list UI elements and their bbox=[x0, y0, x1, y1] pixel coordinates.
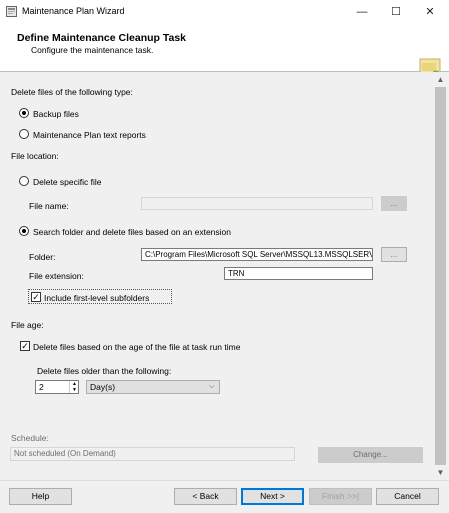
wizard-footer: Help < Back Next > Finish >>| Cancel bbox=[0, 480, 449, 513]
page-subtitle: Configure the maintenance task. bbox=[31, 45, 154, 55]
page-title: Define Maintenance Cleanup Task bbox=[17, 32, 187, 44]
text-reports-radio[interactable] bbox=[19, 129, 29, 139]
delete-specific-file-radio[interactable] bbox=[19, 176, 29, 186]
search-folder-radio[interactable] bbox=[19, 226, 29, 236]
include-subfolders-label[interactable]: Include first-level subfolders bbox=[44, 293, 149, 303]
folder-browse-button[interactable]: ... bbox=[381, 247, 407, 262]
text-reports-label[interactable]: Maintenance Plan text reports bbox=[33, 130, 146, 140]
age-amount-stepper[interactable]: 2 ▲ ▼ bbox=[35, 380, 79, 394]
chevron-down-icon: ⌵ bbox=[209, 383, 215, 390]
backup-files-radio[interactable] bbox=[19, 108, 29, 118]
help-button[interactable]: Help bbox=[9, 488, 72, 505]
cancel-button[interactable]: Cancel bbox=[376, 488, 439, 505]
age-amount-value[interactable]: 2 bbox=[39, 381, 44, 393]
file-location-label: File location: bbox=[11, 151, 59, 161]
file-name-label: File name: bbox=[29, 201, 69, 211]
change-schedule-button[interactable]: Change... bbox=[318, 447, 423, 463]
close-button[interactable]: ✕ bbox=[413, 0, 447, 24]
file-extension-label: File extension: bbox=[29, 271, 84, 281]
file-age-label: File age: bbox=[11, 320, 44, 330]
scroll-down-icon[interactable]: ▼ bbox=[433, 465, 448, 480]
maximize-button[interactable]: ☐ bbox=[379, 0, 413, 24]
age-unit-dropdown[interactable]: Day(s) ⌵ bbox=[86, 380, 220, 394]
backup-files-label[interactable]: Backup files bbox=[33, 109, 79, 119]
spin-down-icon[interactable]: ▼ bbox=[69, 387, 79, 393]
file-extension-input[interactable]: TRN bbox=[224, 267, 373, 280]
finish-button[interactable]: Finish >>| bbox=[309, 488, 372, 505]
delete-by-age-label[interactable]: Delete files based on the age of the fil… bbox=[33, 342, 240, 352]
wizard-app-icon bbox=[6, 6, 17, 17]
schedule-input[interactable]: Not scheduled (On Demand) bbox=[10, 447, 295, 461]
include-subfolders-checkbox[interactable]: ✓ bbox=[31, 292, 41, 302]
minimize-button[interactable]: — bbox=[345, 0, 379, 24]
scroll-thumb[interactable] bbox=[435, 87, 446, 465]
delete-type-label: Delete files of the following type: bbox=[11, 87, 133, 97]
folder-label: Folder: bbox=[29, 252, 56, 262]
schedule-label: Schedule: bbox=[11, 433, 49, 443]
search-folder-label[interactable]: Search folder and delete files based on … bbox=[33, 227, 231, 237]
file-name-input[interactable] bbox=[141, 197, 373, 210]
folder-input[interactable]: C:\Program Files\Microsoft SQL Server\MS… bbox=[141, 248, 373, 261]
file-name-browse-button[interactable]: ... bbox=[381, 196, 407, 211]
delete-by-age-checkbox[interactable]: ✓ bbox=[20, 341, 30, 351]
wizard-header: Define Maintenance Cleanup Task Configur… bbox=[0, 24, 449, 81]
back-button[interactable]: < Back bbox=[174, 488, 237, 505]
next-button[interactable]: Next > bbox=[241, 488, 304, 505]
delete-specific-file-label[interactable]: Delete specific file bbox=[33, 177, 102, 187]
age-unit-value: Day(s) bbox=[90, 382, 116, 392]
window-title: Maintenance Plan Wizard bbox=[22, 6, 125, 16]
title-bar[interactable]: Maintenance Plan Wizard — ☐ ✕ bbox=[0, 0, 449, 25]
older-than-label: Delete files older than the following: bbox=[37, 366, 172, 376]
scroll-up-icon[interactable]: ▲ bbox=[433, 72, 448, 87]
vertical-scrollbar[interactable]: ▲ ▼ bbox=[433, 72, 448, 480]
